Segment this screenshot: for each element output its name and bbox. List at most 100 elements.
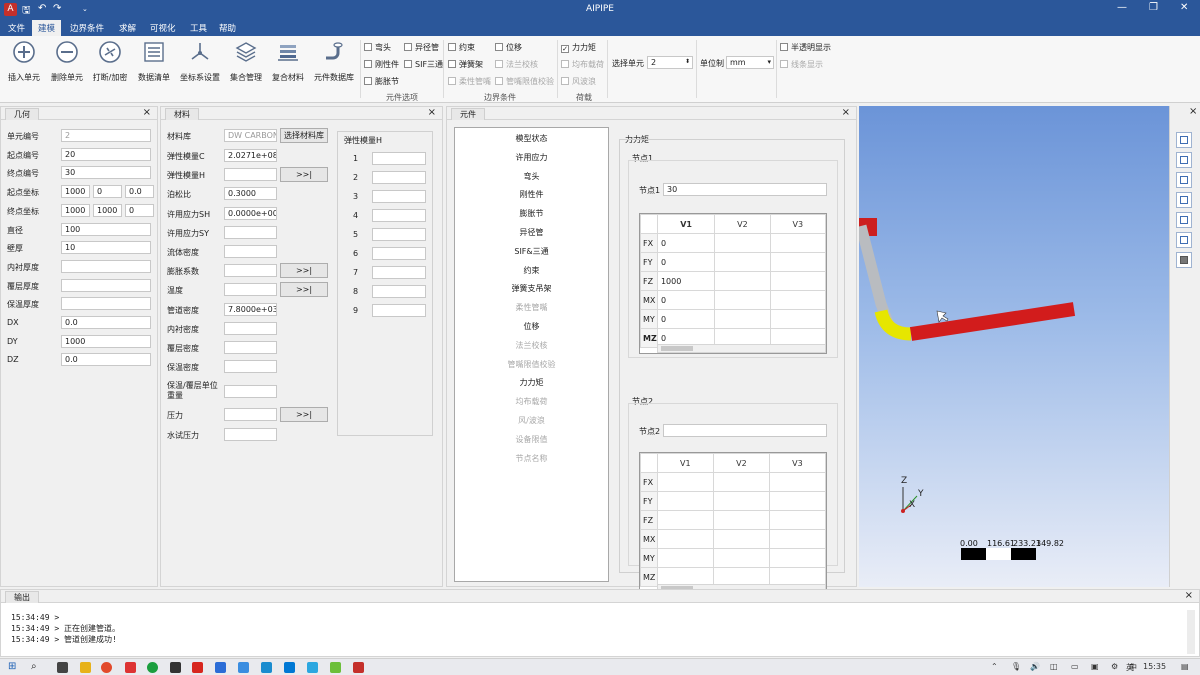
pipe-model[interactable]: Z Y X 0.00 116.61 233.21 349.82 [855, 106, 1169, 587]
menu-modeling[interactable]: 建模 [32, 20, 62, 36]
app-icon[interactable] [147, 662, 158, 673]
geometry-field-input[interactable]: 20 [61, 147, 151, 161]
menu-solve[interactable]: 求解 [119, 22, 136, 34]
grid-cell[interactable] [714, 233, 771, 253]
coord-settings-button[interactable]: 坐标系设置 [178, 40, 222, 83]
material-field-input[interactable]: 7.8000e+03 [224, 302, 277, 316]
flange-check-checkbox[interactable]: 法兰校核 [495, 59, 538, 70]
grid-cell[interactable]: 0 [656, 290, 716, 310]
displacement-checkbox[interactable]: 位移 [495, 42, 522, 53]
network-icon[interactable]: ◫ [1050, 662, 1058, 671]
tray-app-icon[interactable]: ▣ [1091, 662, 1099, 671]
grid-cell[interactable]: 0 [656, 233, 716, 253]
grid-cell[interactable] [714, 309, 771, 329]
grid-column-header[interactable]: V1 [656, 214, 716, 234]
component-list-item[interactable]: 设备限值 [455, 434, 608, 445]
spin-arrows-icon[interactable]: ⬍ [685, 57, 690, 67]
grid-column-header[interactable]: V3 [769, 214, 826, 234]
geometry-field-input[interactable]: 0.0 [61, 316, 151, 329]
close-icon[interactable]: × [143, 107, 151, 118]
grid-cell[interactable] [768, 529, 826, 549]
grid-cell[interactable] [712, 491, 770, 511]
grid-cell[interactable] [656, 548, 714, 568]
grid-cell[interactable] [769, 233, 826, 253]
node2-grid[interactable]: V1 V2 V3 FX FY FZ MX MY MZ [639, 452, 827, 594]
menu-file[interactable]: 文件 [8, 22, 25, 34]
elbow-checkbox[interactable]: 弯头 [364, 42, 391, 53]
elastic-row-input[interactable] [372, 285, 426, 298]
component-list-item[interactable]: 许用应力 [455, 152, 608, 163]
minimize-button[interactable]: — [1117, 2, 1127, 13]
app-icon[interactable] [261, 662, 272, 673]
material-field-input[interactable] [224, 225, 277, 239]
reducer-checkbox[interactable]: 异径管 [404, 42, 439, 53]
set-management-button[interactable]: 集合管理 [228, 40, 264, 83]
component-list-item[interactable]: 柔性管嘴 [455, 302, 608, 313]
elastic-row-input[interactable] [372, 171, 426, 184]
close-icon[interactable]: × [428, 107, 436, 118]
elastic-row-input[interactable] [372, 209, 426, 222]
view-iso-icon[interactable] [1176, 212, 1192, 228]
grid-cell[interactable] [768, 548, 826, 568]
component-list-item[interactable]: 位移 [455, 321, 608, 332]
3d-viewport[interactable]: Z Y X 0.00 116.61 233.21 349.82 [855, 106, 1169, 587]
elastic-row-input[interactable] [372, 304, 426, 317]
geometry-coord-input[interactable]: 0.0 [125, 185, 154, 199]
geometry-field-input[interactable]: 2 [61, 129, 151, 142]
geometry-field-input[interactable]: 30 [61, 166, 151, 180]
component-db-button[interactable]: 元件数据库 [312, 40, 356, 83]
nozzle-limit-checkbox[interactable]: 管嘴限值校验 [495, 76, 554, 87]
component-list-item[interactable]: 均布载荷 [455, 396, 608, 407]
rigid-checkbox[interactable]: 刚性件 [364, 59, 399, 70]
node2-input[interactable] [663, 424, 827, 437]
grid-cell[interactable] [769, 290, 826, 310]
expand-button[interactable]: >>| [280, 167, 328, 183]
microphone-icon[interactable]: 🎙 [1011, 662, 1021, 671]
maximize-button[interactable]: ❐ [1149, 2, 1158, 13]
grid-cell[interactable]: 0 [656, 252, 716, 272]
component-list-item[interactable]: 刚性件 [455, 189, 608, 200]
grid-cell[interactable] [712, 529, 770, 549]
hanger-checkbox[interactable]: 弹簧架 [448, 59, 483, 70]
sif-tee-checkbox[interactable]: SIF三通 [404, 59, 443, 70]
view-back-icon[interactable] [1176, 232, 1192, 248]
windows-start-icon[interactable]: ⊞ [8, 661, 16, 672]
select-unit-spinbox[interactable]: 2 ⬍ [647, 56, 693, 69]
view-3d-cube-icon[interactable] [1176, 252, 1192, 268]
material-field-input[interactable] [224, 385, 277, 399]
grid-column-header[interactable]: V2 [712, 453, 770, 473]
grid-cell[interactable] [714, 290, 771, 310]
geometry-field-input[interactable]: 0.0 [61, 353, 151, 367]
grid-cell[interactable] [768, 510, 826, 530]
choose-library-button[interactable]: 选择材料库 [280, 128, 328, 143]
geometry-coord-input[interactable]: 0 [125, 203, 154, 217]
menu-boundary[interactable]: 边界条件 [70, 22, 104, 34]
close-icon[interactable]: × [1189, 106, 1197, 117]
component-list-item[interactable]: 力力矩 [455, 377, 608, 388]
wind-wave-checkbox[interactable]: 风波浪 [561, 76, 596, 87]
output-vscrollbar[interactable] [1187, 610, 1195, 654]
volume-icon[interactable]: 🔊 [1030, 662, 1040, 671]
geometry-coord-input[interactable]: 1000 [93, 203, 122, 217]
material-field-input[interactable] [224, 245, 277, 258]
grid-cell[interactable] [768, 491, 826, 511]
material-library-field[interactable]: DW CARBON [224, 129, 277, 142]
tray-app-icon[interactable]: ⚙ [1111, 662, 1118, 671]
grid-cell[interactable] [712, 472, 770, 492]
ime-lang[interactable]: 英 [1126, 662, 1134, 673]
component-list-item[interactable]: 弯头 [455, 171, 608, 182]
pipe-segment-red[interactable] [909, 302, 1076, 341]
menu-visualize[interactable]: 可视化 [150, 22, 176, 34]
wireframe-checkbox[interactable]: 线条显示 [780, 59, 823, 70]
grid-cell[interactable] [656, 529, 714, 549]
restraint-checkbox[interactable]: 约束 [448, 42, 475, 53]
expand-button[interactable]: >>| [280, 407, 328, 423]
material-field-input[interactable]: 0.0000e+00 [224, 206, 277, 220]
terminal-icon[interactable] [170, 662, 181, 673]
menu-tools[interactable]: 工具 [190, 22, 207, 34]
grid-cell[interactable] [656, 510, 714, 530]
component-list-item[interactable]: 管嘴限值校验 [455, 359, 608, 370]
grid-cell[interactable] [714, 271, 771, 291]
chevron-up-icon[interactable]: ⌃ [991, 662, 998, 671]
expand-button[interactable]: >>| [280, 263, 328, 279]
